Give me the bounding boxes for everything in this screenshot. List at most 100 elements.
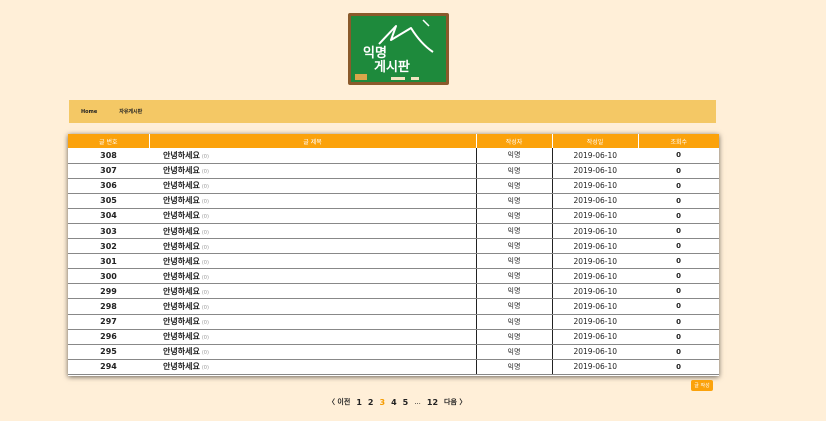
next-page-link[interactable]: 다음 〉: [444, 397, 466, 407]
post-number: 307: [68, 163, 149, 179]
comment-count: (0): [201, 184, 209, 191]
post-title-cell[interactable]: 안녕하세요 (0): [149, 329, 476, 345]
post-date: 2019-06-10: [551, 223, 638, 240]
post-title-cell[interactable]: 안녕하세요 (0): [149, 148, 476, 164]
post-views: 0: [638, 148, 719, 164]
post-title-link[interactable]: 안녕하세요: [163, 332, 200, 341]
post-date: 2019-06-10: [551, 283, 638, 300]
page-link[interactable]: 1: [356, 398, 362, 407]
comment-count: (0): [201, 304, 209, 311]
chalkboard: 익명 게시판: [351, 16, 446, 82]
post-date: 2019-06-10: [551, 268, 638, 285]
prev-page-link[interactable]: 〈 이전: [328, 397, 350, 407]
post-title-cell[interactable]: 안녕하세요 (0): [149, 298, 476, 315]
col-header-date: 작성일: [552, 134, 639, 148]
post-views: 0: [638, 298, 719, 315]
post-number: 294: [68, 359, 149, 375]
breadcrumb-current[interactable]: 자유게시판: [119, 108, 142, 115]
comment-count: (0): [201, 259, 209, 266]
table-row[interactable]: 308 안녕하세요 (0) 익명 2019-06-10 0: [68, 148, 719, 164]
post-number: 295: [68, 344, 149, 360]
post-title-cell[interactable]: 안녕하세요 (0): [149, 178, 476, 194]
post-title-cell[interactable]: 안녕하세요 (0): [149, 359, 476, 375]
board-table: 글 번호 글 제목 작성자 작성일 조회수 308 안녕하세요 (0) 익명 2019-…: [68, 134, 719, 376]
post-title-cell[interactable]: 안녕하세요 (0): [149, 223, 476, 240]
post-views: 0: [638, 359, 719, 375]
table-row[interactable]: 300 안녕하세요 (0) 익명 2019-06-10 0: [68, 268, 719, 285]
table-row[interactable]: 296 안녕하세요 (0) 익명 2019-06-10 0: [68, 329, 719, 345]
post-author: 익명: [475, 253, 552, 270]
table-row[interactable]: 304 안녕하세요 (0) 익명 2019-06-10 0: [68, 208, 719, 224]
table-row[interactable]: 295 안녕하세요 (0) 익명 2019-06-10 0: [68, 344, 719, 360]
post-title-link[interactable]: 안녕하세요: [163, 317, 200, 326]
post-views: 0: [638, 223, 719, 240]
page-link[interactable]: 2: [368, 398, 374, 407]
table-row[interactable]: 303 안녕하세요 (0) 익명 2019-06-10 0: [68, 223, 719, 240]
post-title-link[interactable]: 안녕하세요: [163, 287, 200, 296]
post-author: 익명: [475, 268, 552, 285]
table-row[interactable]: 307 안녕하세요 (0) 익명 2019-06-10 0: [68, 163, 719, 179]
page-link[interactable]: 4: [391, 398, 397, 407]
post-title-cell[interactable]: 안녕하세요 (0): [149, 314, 476, 330]
table-header: 글 번호 글 제목 작성자 작성일 조회수: [68, 134, 719, 148]
breadcrumb: Home 자유게시판: [69, 100, 716, 123]
post-title-cell[interactable]: 안녕하세요 (0): [149, 253, 476, 270]
post-number: 305: [68, 193, 149, 209]
post-views: 0: [638, 268, 719, 285]
post-title-link[interactable]: 안녕하세요: [163, 211, 200, 220]
post-author: 익명: [475, 223, 552, 240]
post-date: 2019-06-10: [551, 314, 638, 330]
table-row[interactable]: 305 안녕하세요 (0) 익명 2019-06-10 0: [68, 193, 719, 209]
post-title-link[interactable]: 안녕하세요: [163, 151, 200, 160]
site-logo[interactable]: 익명 게시판: [348, 13, 449, 85]
post-title-link[interactable]: 안녕하세요: [163, 166, 200, 175]
post-title-cell[interactable]: 안녕하세요 (0): [149, 283, 476, 300]
table-row[interactable]: 294 안녕하세요 (0) 익명 2019-06-10 0: [68, 359, 719, 375]
table-row[interactable]: 306 안녕하세요 (0) 익명 2019-06-10 0: [68, 178, 719, 194]
page-link-current[interactable]: 3: [379, 398, 385, 407]
comment-count: (0): [201, 350, 209, 357]
post-views: 0: [638, 283, 719, 300]
comment-count: (0): [201, 199, 209, 206]
comment-count: (0): [201, 335, 209, 342]
breadcrumb-home[interactable]: Home: [81, 109, 97, 115]
post-title-cell[interactable]: 안녕하세요 (0): [149, 193, 476, 209]
post-title-cell[interactable]: 안녕하세요 (0): [149, 344, 476, 360]
table-row[interactable]: 297 안녕하세요 (0) 익명 2019-06-10 0: [68, 314, 719, 330]
post-title-link[interactable]: 안녕하세요: [163, 242, 200, 251]
post-date: 2019-06-10: [551, 193, 638, 209]
post-number: 308: [68, 148, 149, 164]
post-author: 익명: [475, 148, 552, 164]
table-row[interactable]: 301 안녕하세요 (0) 익명 2019-06-10 0: [68, 253, 719, 270]
col-header-title: 글 제목: [149, 134, 477, 148]
post-title-link[interactable]: 안녕하세요: [163, 272, 200, 281]
post-title-link[interactable]: 안녕하세요: [163, 257, 200, 266]
post-title-cell[interactable]: 안녕하세요 (0): [149, 208, 476, 224]
post-number: 296: [68, 329, 149, 345]
post-title-cell[interactable]: 안녕하세요 (0): [149, 238, 476, 255]
post-date: 2019-06-10: [551, 178, 638, 194]
post-title-link[interactable]: 안녕하세요: [163, 347, 200, 356]
write-post-button[interactable]: 글 작성: [691, 380, 713, 391]
table-row[interactable]: 302 안녕하세요 (0) 익명 2019-06-10 0: [68, 238, 719, 255]
logo-title: 익명 게시판: [363, 46, 410, 75]
page-link-last[interactable]: 12: [427, 398, 438, 407]
post-date: 2019-06-10: [551, 163, 638, 179]
post-author: 익명: [475, 329, 552, 345]
page-link[interactable]: 5: [403, 398, 409, 407]
post-title-link[interactable]: 안녕하세요: [163, 302, 200, 311]
post-title-link[interactable]: 안녕하세요: [163, 196, 200, 205]
post-title-cell[interactable]: 안녕하세요 (0): [149, 163, 476, 179]
comment-count: (0): [201, 214, 209, 221]
post-title-link[interactable]: 안녕하세요: [163, 227, 200, 236]
post-date: 2019-06-10: [551, 359, 638, 375]
table-row[interactable]: 298 안녕하세요 (0) 익명 2019-06-10 0: [68, 298, 719, 315]
post-title-link[interactable]: 안녕하세요: [163, 181, 200, 190]
post-title-cell[interactable]: 안녕하세요 (0): [149, 268, 476, 285]
post-author: 익명: [475, 163, 552, 179]
post-title-link[interactable]: 안녕하세요: [163, 362, 200, 371]
post-author: 익명: [475, 208, 552, 224]
post-number: 297: [68, 314, 149, 330]
post-views: 0: [638, 208, 719, 224]
table-row[interactable]: 299 안녕하세요 (0) 익명 2019-06-10 0: [68, 283, 719, 300]
